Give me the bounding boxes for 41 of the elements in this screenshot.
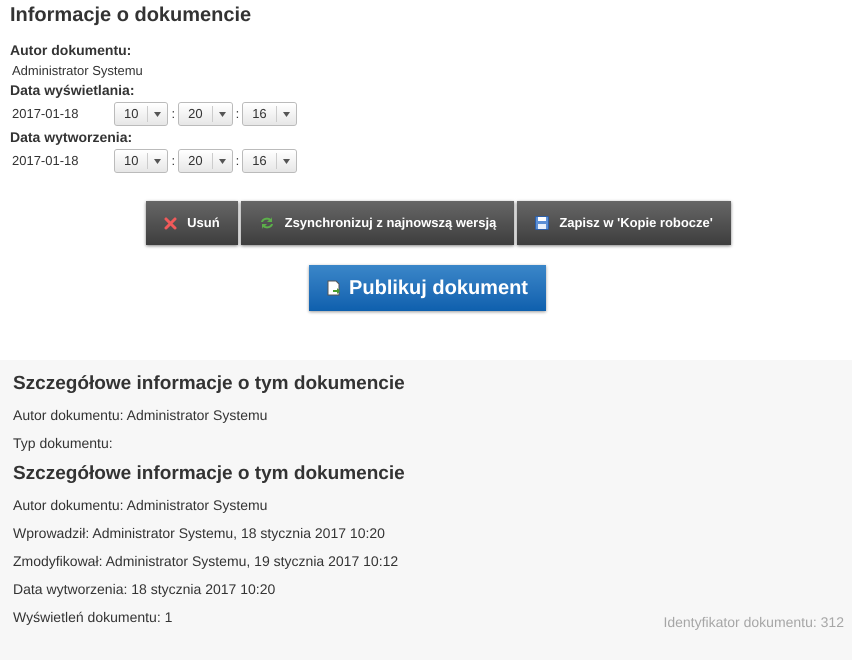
- date-value: 2017-01-18: [12, 152, 80, 170]
- document-id: Identyfikator dokumentu: 312: [663, 613, 844, 632]
- sync-button[interactable]: Zsynchronizuj z najnowszą wersją: [240, 201, 514, 245]
- detail-line: Data wytworzenia: 18 stycznia 2017 10:20: [13, 580, 276, 598]
- field-label: Autor dokumentu:: [10, 41, 132, 59]
- caret-icon: [218, 112, 226, 116]
- time-dropdown[interactable]: 20: [178, 102, 233, 126]
- time-dropdown[interactable]: 10: [114, 102, 168, 126]
- details-heading: Szczegółowe informacje o tym dokumencie: [13, 372, 406, 396]
- caret-icon: [154, 158, 162, 164]
- caret-icon: [154, 112, 162, 116]
- caret-icon: [218, 158, 226, 164]
- sync-icon: [258, 216, 275, 230]
- time-separator: :: [171, 152, 176, 170]
- detail-line: Autor dokumentu: Administrator Systemu: [13, 406, 268, 424]
- time-dropdown[interactable]: 20: [178, 149, 233, 173]
- save-icon: [535, 216, 550, 230]
- detail-line: Zmodyfikował: Administrator Systemu, 19 stycznia 2017 10:12: [13, 552, 398, 570]
- save-button[interactable]: Zapisz w 'Kopie robocze': [517, 201, 731, 245]
- field-label: Data wyświetlania:: [10, 81, 136, 99]
- time-dropdown[interactable]: 10: [114, 149, 168, 173]
- detail-line: Wprowadził: Administrator Systemu, 18 stycznia 2017 10:20: [13, 524, 385, 542]
- section-title: Informacje o dokumencie: [10, 3, 252, 27]
- time-dropdown[interactable]: 16: [242, 149, 297, 173]
- caret-icon: [282, 158, 290, 164]
- details-heading: Szczegółowe informacje o tym dokumencie: [13, 462, 406, 486]
- time-separator: :: [171, 105, 176, 124]
- time-separator: :: [236, 152, 240, 170]
- publish-button[interactable]: Publikuj dokument: [309, 265, 546, 311]
- detail-line: Wyświetleń dokumentu: 1: [13, 608, 172, 626]
- date-value: 2017-01-18: [12, 105, 80, 124]
- detail-line: Autor dokumentu: Administrator Systemu: [13, 496, 268, 514]
- detail-line: Typ dokumentu:: [13, 434, 113, 452]
- close-icon: [164, 216, 178, 230]
- author-name: Administrator Systemu: [12, 63, 144, 79]
- time-dropdown[interactable]: 16: [242, 102, 297, 126]
- delete-button[interactable]: Usuń: [146, 201, 238, 245]
- time-separator: :: [236, 105, 240, 124]
- caret-icon: [282, 112, 290, 116]
- field-label: Data wytworzenia:: [10, 128, 134, 146]
- document-icon: [327, 280, 342, 296]
